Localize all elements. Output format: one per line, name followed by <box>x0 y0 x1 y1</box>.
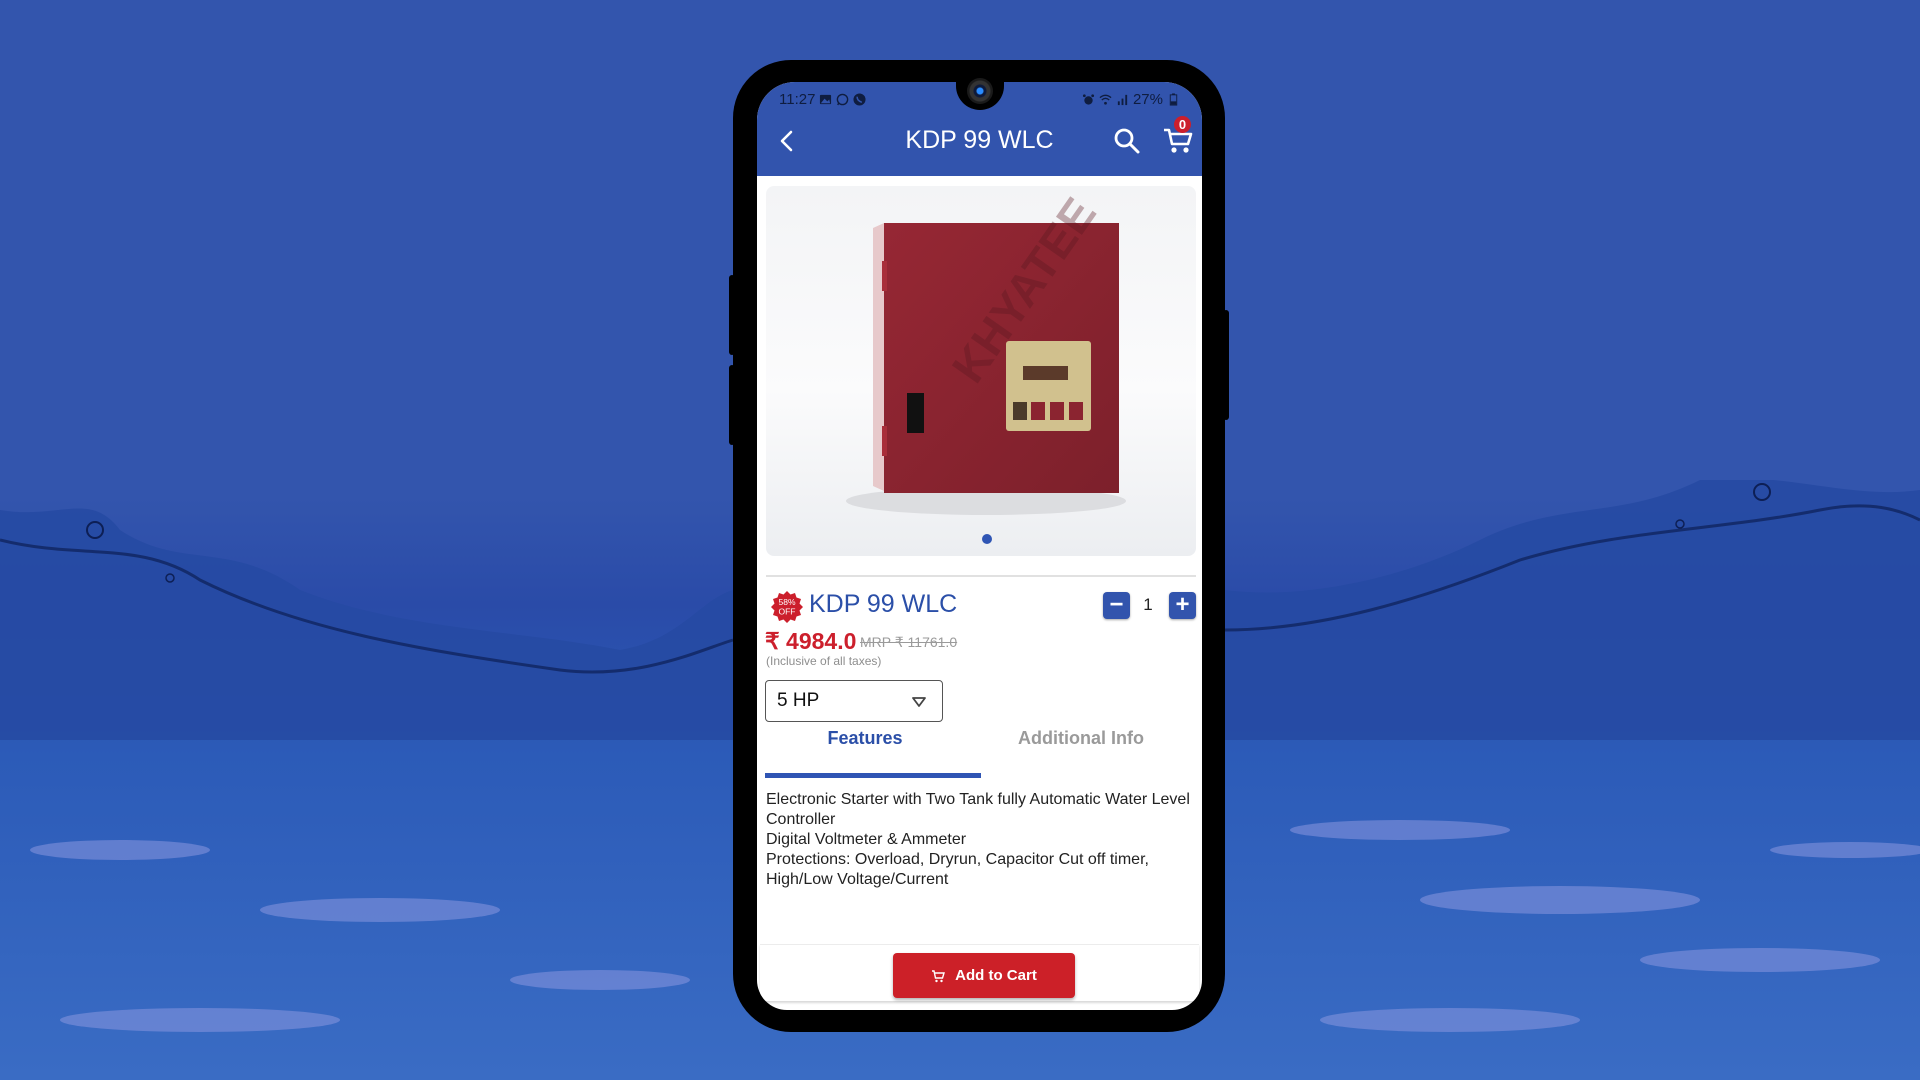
cart-count-badge: 0 <box>1174 116 1191 133</box>
discount-badge: 58% OFF <box>771 591 803 623</box>
bottom-action-bar: Add to Cart <box>760 944 1199 1001</box>
mrp-price: MRP ₹ 11761.0 <box>860 634 958 650</box>
image-icon <box>820 94 832 104</box>
front-camera <box>967 78 993 104</box>
add-to-cart-label: Add to Cart <box>955 967 1037 984</box>
battery-icon <box>1169 92 1178 106</box>
features-list: Electronic Starter with Two Tank fully A… <box>766 790 1191 890</box>
feature-item: Protections: Overload, Dryrun, Capacitor… <box>766 851 1149 888</box>
active-tab-indicator <box>765 773 981 778</box>
whatsapp-icon <box>837 93 849 105</box>
signal-icon <box>1117 94 1128 105</box>
variant-select[interactable]: 5 HP <box>765 680 943 722</box>
divider <box>766 575 1196 577</box>
carousel-dot-active[interactable] <box>982 534 992 544</box>
sale-price: ₹ 4984.0 <box>765 628 857 654</box>
quantity-increase-button[interactable]: + <box>1169 592 1196 619</box>
quantity-decrease-button[interactable]: − <box>1103 592 1130 619</box>
wifi-icon <box>1099 94 1112 105</box>
dropdown-caret-icon <box>912 697 926 707</box>
discount-off: OFF <box>779 607 796 617</box>
battery-percent: 27% <box>1132 90 1163 108</box>
tab-features[interactable]: Features <box>757 728 973 749</box>
product-image: KHYATEE <box>846 188 1126 515</box>
status-time: 11:27 <box>779 90 816 108</box>
phone-screen: 11:27 27% KDP 99 WLC 0 KHYATEE 58% OFF K… <box>757 82 1202 1010</box>
variant-selected-value: 5 HP <box>777 690 820 711</box>
tab-additional-info[interactable]: Additional Info <box>973 728 1189 749</box>
minus-icon: − <box>1109 591 1124 618</box>
toolbar: KDP 99 WLC 0 <box>757 114 1202 170</box>
discount-percent: 58% <box>778 597 795 607</box>
product-image-carousel[interactable]: KHYATEE <box>766 186 1196 556</box>
search-icon[interactable] <box>1112 126 1142 156</box>
feature-item: Digital Voltmeter & Ammeter <box>766 831 967 848</box>
plus-icon: + <box>1175 591 1190 618</box>
alarm-icon <box>1082 93 1095 105</box>
phone-icon <box>853 92 866 106</box>
feature-item: Electronic Starter with Two Tank fully A… <box>766 791 1190 828</box>
add-to-cart-button[interactable]: Add to Cart <box>893 953 1075 998</box>
cart-icon <box>932 969 946 982</box>
tax-note: (Inclusive of all taxes) <box>766 654 882 668</box>
quantity-value: 1 <box>1143 595 1153 614</box>
product-name: KDP 99 WLC <box>809 590 958 618</box>
